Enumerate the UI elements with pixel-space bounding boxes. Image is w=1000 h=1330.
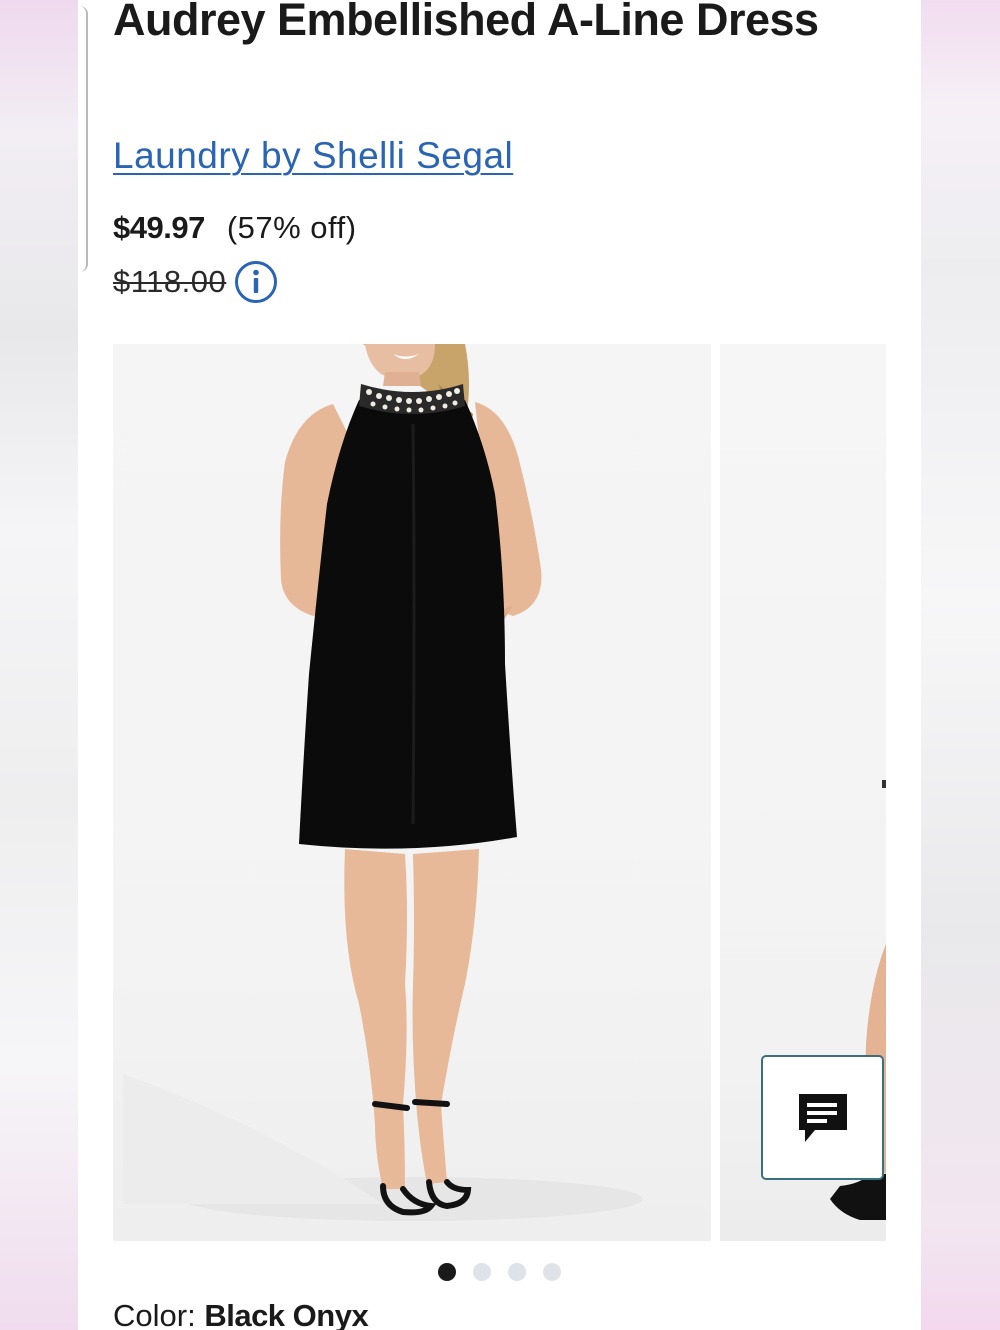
product-title: Audrey Embellished A-Line Dress — [113, 0, 819, 45]
color-selection-label: Color: Black Onyx — [113, 1296, 369, 1330]
brand-link[interactable]: Laundry by Shelli Segal — [113, 134, 513, 178]
chat-button[interactable] — [761, 1055, 884, 1180]
carousel-dot-2[interactable] — [473, 1263, 491, 1281]
panel-edge — [78, 6, 88, 272]
color-label: Color: — [113, 1298, 196, 1330]
color-value: Black Onyx — [204, 1298, 369, 1330]
carousel-dot-1[interactable] — [438, 1263, 456, 1281]
carousel-dot-4[interactable] — [543, 1263, 561, 1281]
left-backdrop — [0, 0, 78, 1330]
product-page: Audrey Embellished A-Line Dress Laundry … — [78, 0, 921, 1330]
sale-price: $49.97 — [113, 210, 205, 245]
original-price: $118.00 — [113, 264, 227, 299]
price-row: $49.97 (57% off) — [113, 210, 357, 254]
chat-icon — [798, 1093, 847, 1142]
carousel-dot-3[interactable] — [508, 1263, 526, 1281]
discount-percent: (57% off) — [226, 210, 357, 245]
right-backdrop — [921, 0, 1000, 1330]
product-image-main[interactable] — [113, 344, 711, 1241]
original-price-row: $118.00 — [113, 258, 278, 306]
product-photo-dress — [123, 344, 643, 1221]
info-icon[interactable] — [234, 260, 278, 304]
carousel-pagination — [438, 1263, 561, 1281]
